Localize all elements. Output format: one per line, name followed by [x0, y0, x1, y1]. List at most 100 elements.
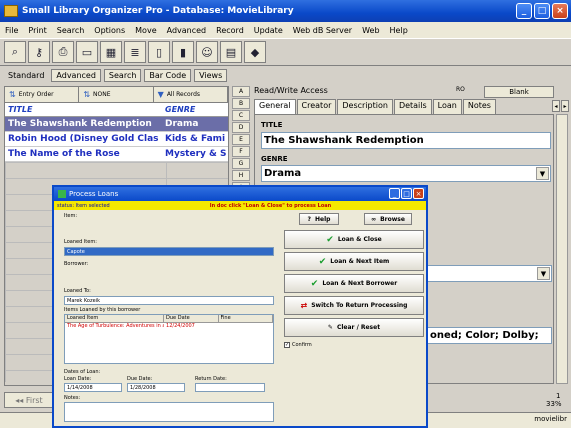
all-records-button[interactable]: ▼ All Records	[154, 87, 228, 102]
sort-none-button[interactable]: ⇅ NONE	[79, 87, 154, 102]
menu-record[interactable]: Record	[211, 26, 249, 35]
menu-web-db-server[interactable]: Web dB Server	[288, 26, 357, 35]
loan-next-item-button[interactable]: ✔ Loan & Next Item	[284, 252, 424, 271]
alpha-index-g[interactable]: G	[232, 158, 250, 169]
field-dropdown[interactable]: ▼	[427, 265, 552, 282]
menu-advanced[interactable]: Advanced	[162, 26, 212, 35]
print-icon[interactable]: ⎙	[52, 41, 74, 63]
users-icon[interactable]: ☺	[196, 41, 218, 63]
loaned-to-select[interactable]: Marek Kozeik	[64, 296, 274, 305]
sort-entry-order-button[interactable]: ⇅ Entry Order	[5, 87, 80, 102]
loan-next-borrower-label: Loan & Next Borrower	[322, 280, 398, 287]
maximize-button[interactable]: □	[401, 188, 412, 199]
tab-standard[interactable]: Standard	[4, 70, 48, 81]
column-genre[interactable]: GENRE	[162, 105, 195, 114]
chart-icon[interactable]: ▮	[172, 41, 194, 63]
binoculars-icon: ∞	[371, 215, 377, 223]
close-button[interactable]: ×	[552, 3, 568, 19]
chevron-left-icon[interactable]: ◂	[552, 100, 560, 112]
menu-print[interactable]: Print	[23, 26, 51, 35]
loaned-item-field[interactable]: Capote	[64, 247, 274, 256]
dialog-title: Process Loans	[69, 190, 119, 198]
alpha-index-h[interactable]: H	[232, 170, 250, 181]
column-loaned-item[interactable]: Loaned Item	[65, 315, 165, 322]
minimize-button[interactable]: _	[389, 188, 400, 199]
chevron-down-icon[interactable]: ▼	[536, 167, 549, 180]
checkmark-icon: ✔	[326, 234, 334, 245]
sort-none-label: NONE	[93, 91, 111, 98]
tab-details[interactable]: Details	[393, 99, 432, 114]
loan-close-button[interactable]: ✔ Loan & Close	[284, 230, 424, 249]
blank-button[interactable]: Blank	[484, 86, 554, 98]
table-icon[interactable]: ▦	[100, 41, 122, 63]
menu-move[interactable]: Move	[130, 26, 161, 35]
tab-search[interactable]: Search	[103, 68, 142, 82]
minimize-button[interactable]: _	[516, 3, 532, 19]
clear-reset-button[interactable]: ✎ Clear / Reset	[284, 318, 424, 337]
confirm-checkbox[interactable]: ✓ Confirm	[284, 342, 312, 348]
alpha-index-e[interactable]: E	[232, 134, 250, 145]
tab-advanced[interactable]: Advanced	[51, 68, 101, 82]
alpha-index-f[interactable]: F	[232, 146, 250, 157]
menu-help[interactable]: Help	[385, 26, 413, 35]
row-genre: Drama	[165, 119, 199, 129]
title-field[interactable]: The Shawshank Redemption	[261, 132, 551, 149]
loan-date-field[interactable]: 1/14/2008	[64, 383, 122, 392]
return-date-field[interactable]	[195, 383, 265, 392]
genre-field[interactable]: Drama ▼	[261, 165, 551, 182]
loan-fine-cell	[219, 323, 273, 331]
borrower-label: Borrower:	[64, 261, 89, 267]
loans-table-header: Loaned Item Due Date Fine	[65, 315, 273, 323]
browse-button[interactable]: ∞ Browse	[364, 213, 412, 225]
spreadsheet-icon[interactable]: ▤	[220, 41, 242, 63]
table-row[interactable]: The Name of the Rose Mystery & S	[5, 147, 228, 162]
monitor-icon[interactable]: ▭	[76, 41, 98, 63]
column-title[interactable]: TITLE	[5, 105, 162, 114]
loan-date-label: Loan Date:	[64, 376, 92, 382]
window-title: Small Library Organizer Pro - Database: …	[22, 6, 294, 16]
help-label: Help	[315, 215, 331, 223]
menu-search[interactable]: Search	[52, 26, 89, 35]
tab-description[interactable]: Description	[337, 99, 393, 114]
table-row[interactable]: The Shawshank Redemption Drama	[5, 117, 228, 132]
help-button[interactable]: ? Help	[299, 213, 339, 225]
table-row[interactable]: The Age of Turbulence: Adventures in a .…	[65, 323, 273, 331]
loans-table: Loaned Item Due Date Fine The Age of Tur…	[64, 314, 274, 364]
list-icon[interactable]: ≣	[124, 41, 146, 63]
menu-web[interactable]: Web	[357, 26, 384, 35]
menu-file[interactable]: File	[0, 26, 23, 35]
due-date-field[interactable]: 1/28/2008	[127, 383, 185, 392]
confirm-label: Confirm	[292, 342, 312, 348]
chevron-down-icon[interactable]: ▼	[537, 267, 550, 280]
tab-bar-code[interactable]: Bar Code	[144, 68, 192, 82]
tab-notes[interactable]: Notes	[462, 99, 496, 114]
menu-options[interactable]: Options	[89, 26, 130, 35]
search-icon[interactable]: ⌕	[4, 41, 26, 63]
scrollbar[interactable]	[556, 114, 568, 384]
tab-loan[interactable]: Loan	[432, 99, 462, 114]
browse-label: Browse	[380, 215, 405, 223]
alpha-index-c[interactable]: C	[232, 110, 250, 121]
alpha-index-b[interactable]: B	[232, 98, 250, 109]
window-titlebar: Small Library Organizer Pro - Database: …	[0, 0, 571, 22]
switch-return-button[interactable]: ⇄ Switch To Return Processing	[284, 296, 424, 315]
features-field[interactable]: oned; Color; Dolby;	[427, 327, 552, 344]
chevron-right-icon[interactable]: ▸	[561, 100, 569, 112]
page-icon[interactable]: ▯	[148, 41, 170, 63]
alpha-index-a[interactable]: A	[232, 86, 250, 97]
tab-general[interactable]: General	[254, 99, 296, 114]
alpha-index-d[interactable]: D	[232, 122, 250, 133]
bookmark-icon[interactable]: ◆	[244, 41, 266, 63]
tab-views[interactable]: Views	[194, 68, 228, 82]
tab-creator[interactable]: Creator	[296, 99, 337, 114]
table-row[interactable]: Robin Hood (Disney Gold Clas Kids & Fami	[5, 132, 228, 147]
first-record-button[interactable]: ◂◂ First	[4, 392, 54, 408]
column-due-date[interactable]: Due Date	[164, 315, 219, 322]
key-icon[interactable]: ⚷	[28, 41, 50, 63]
column-fine[interactable]: Fine	[219, 315, 273, 322]
notes-field[interactable]	[64, 402, 274, 422]
menu-update[interactable]: Update	[249, 26, 288, 35]
maximize-button[interactable]: □	[534, 3, 550, 19]
close-button[interactable]: ×	[413, 188, 424, 199]
loan-next-borrower-button[interactable]: ✔ Loan & Next Borrower	[284, 274, 424, 293]
